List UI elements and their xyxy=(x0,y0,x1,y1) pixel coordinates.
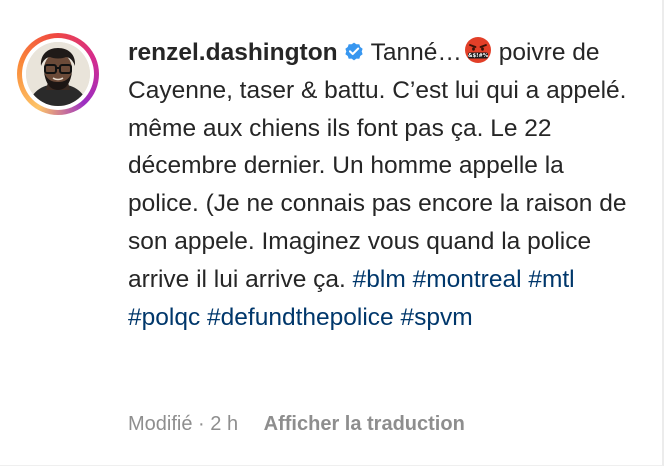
story-ring[interactable] xyxy=(17,33,99,115)
avatar[interactable] xyxy=(26,42,90,106)
hashtag-link[interactable]: #polqc xyxy=(128,304,200,331)
hashtag-link[interactable]: #montreal xyxy=(413,266,522,293)
username-link[interactable]: renzel.dashington xyxy=(128,39,338,66)
hashtag-link[interactable]: #defundthepolice xyxy=(207,304,394,331)
translate-button[interactable]: Afficher la traduction xyxy=(264,413,465,435)
verified-badge-icon xyxy=(345,42,363,61)
edited-label: Modifié xyxy=(128,413,193,435)
avatar-gap xyxy=(22,38,94,110)
hashtag-link[interactable]: #blm xyxy=(353,266,406,293)
avatar-illustration xyxy=(26,42,90,106)
hashtag-link[interactable]: #spvm xyxy=(400,304,472,331)
hashtag-link[interactable]: #mtl xyxy=(528,266,574,293)
comment-body: renzel.dashington Tanné… &$!#% poivre de C… xyxy=(128,34,628,336)
comment-text-start: Tanné… xyxy=(370,39,462,66)
cursing-face-emoji: &$!#% xyxy=(464,37,491,63)
meta-separator: · xyxy=(198,413,205,435)
comment-meta: Modifié · 2 h Afficher la traduction xyxy=(128,410,465,438)
comment-text-rest: poivre de Cayenne, taser & battu. C’est … xyxy=(128,39,627,293)
svg-text:&$!#%: &$!#% xyxy=(468,53,489,59)
comment-panel: renzel.dashington Tanné… &$!#% poivre de C… xyxy=(0,0,664,466)
timestamp[interactable]: 2 h xyxy=(210,413,238,435)
